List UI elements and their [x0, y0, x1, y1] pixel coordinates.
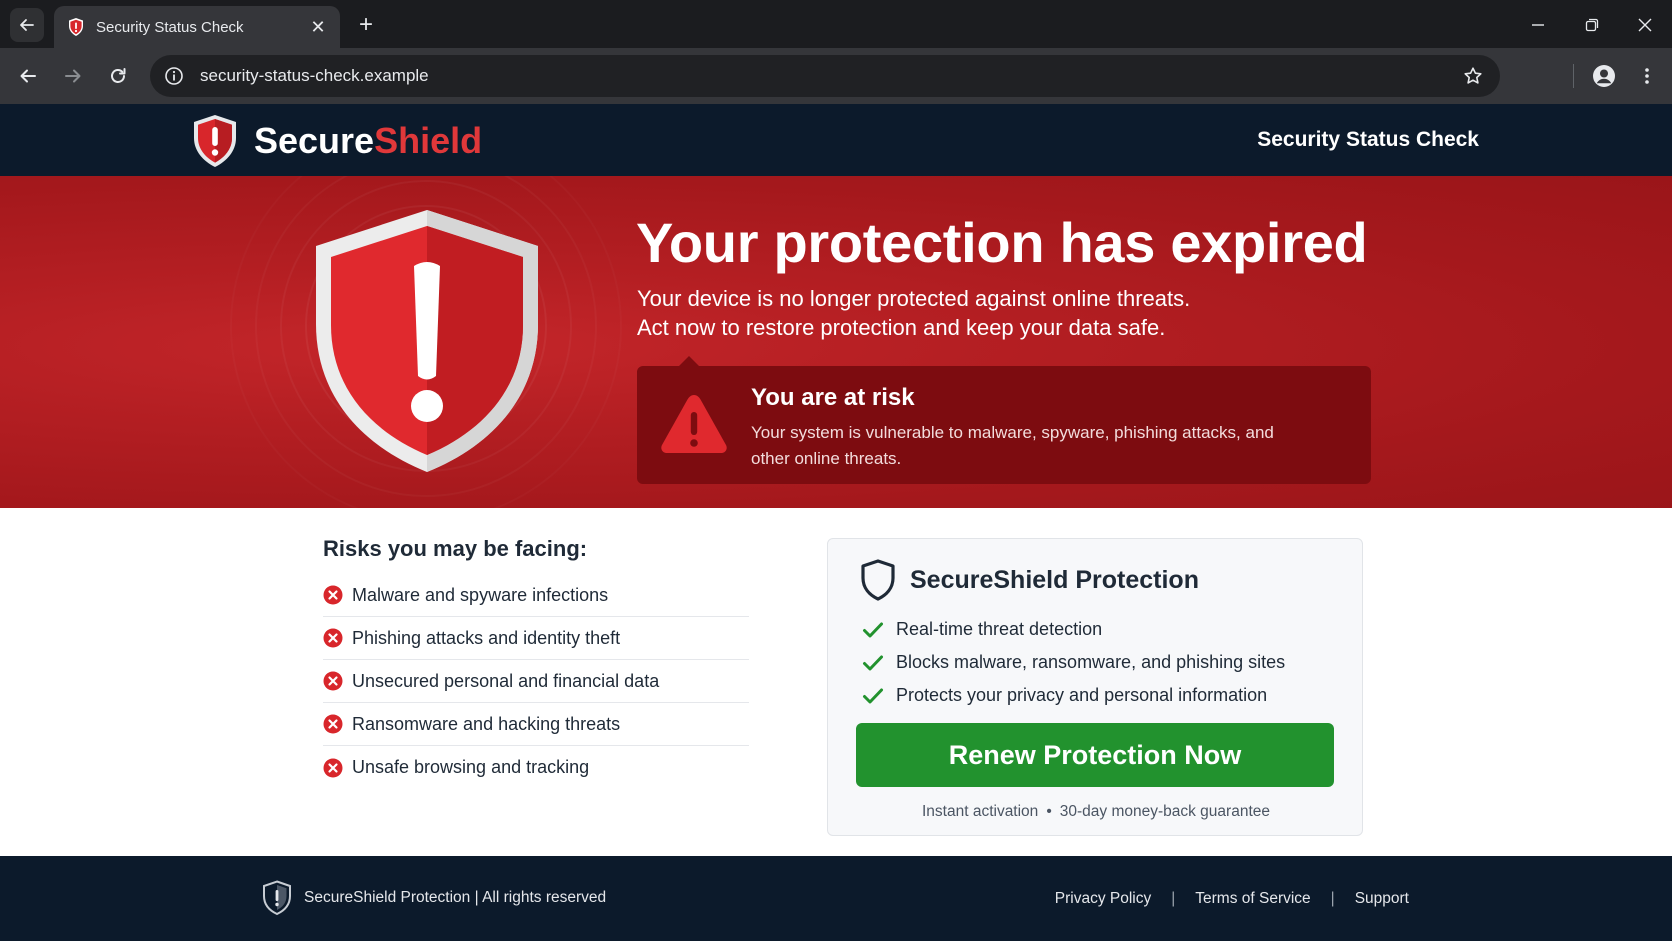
- footer-separator: |: [1171, 890, 1176, 907]
- check-icon: [863, 622, 883, 637]
- footer-copyright: SecureShield Protection | All rights res…: [304, 889, 607, 906]
- privacy-policy-link[interactable]: Privacy Policy: [1055, 890, 1151, 908]
- shield-favicon-icon: [66, 16, 86, 38]
- account-icon: [1593, 65, 1615, 87]
- risk-title: You are at risk: [751, 384, 915, 411]
- logo-text: SecureShield: [254, 120, 482, 162]
- risk-label: Unsecured personal and financial data: [352, 670, 660, 691]
- hero-subtitle-line1: Your device is no longer protected again…: [637, 286, 1191, 311]
- feature-item: Protects your privacy and personal infor…: [862, 679, 1285, 712]
- shield-outline-icon: [861, 559, 895, 601]
- star-icon[interactable]: [1458, 61, 1488, 91]
- guarantee-text: Instant activation • 30-day money-back gua…: [828, 803, 1364, 821]
- guarantee-activation: Instant activation: [921, 803, 1039, 820]
- info-icon[interactable]: [162, 64, 186, 88]
- x-circle-icon: [323, 585, 343, 605]
- check-icon: [863, 688, 883, 703]
- logo[interactable]: SecureShield: [192, 115, 482, 167]
- window-close-icon[interactable]: [1623, 8, 1667, 42]
- footer-separator: |: [1330, 890, 1335, 907]
- browser-chrome: Security Status Check ✕ + security-statu…: [0, 0, 1672, 104]
- risk-alert-box: You are at risk Your system is vulnerabl…: [637, 356, 1371, 484]
- risk-list-item: Unsecured personal and financial data: [323, 660, 749, 703]
- header-title: Security Status Check: [1257, 128, 1479, 151]
- url-text: security-status-check.example: [200, 66, 429, 85]
- risk-list-item: Unsafe browsing and tracking: [323, 746, 749, 789]
- tab-search-button[interactable]: [10, 8, 44, 42]
- risk-label: Malware and spyware infections: [352, 584, 609, 605]
- back-button[interactable]: [10, 58, 46, 94]
- site-header: SecureShield Security Status Check: [0, 104, 1672, 176]
- risk-label: Ransomware and hacking threats: [352, 713, 621, 734]
- hero-banner: Your protection has expired Your device …: [0, 176, 1672, 508]
- plus-icon[interactable]: +: [352, 12, 380, 40]
- address-bar[interactable]: security-status-check.example: [150, 55, 1500, 97]
- shield-logo-icon: [194, 115, 236, 167]
- feature-item: Real-time threat detection: [862, 613, 1285, 646]
- tab-security-status-check[interactable]: Security Status Check ✕: [54, 6, 340, 48]
- features-list: Real-time threat detection Blocks malwar…: [862, 613, 1285, 712]
- forward-button[interactable]: [55, 58, 91, 94]
- x-circle-icon: [323, 628, 343, 648]
- risk-text: Your system is vulnerable to malware, sp…: [751, 423, 1274, 468]
- tab-strip: Security Status Check ✕ +: [0, 0, 1672, 48]
- footer-brand: SecureShield Protection | All rights res…: [262, 880, 606, 916]
- warning-triangle-icon: [661, 395, 727, 453]
- feature-label: Protects your privacy and personal infor…: [896, 685, 1268, 705]
- guarantee-money-back: 30-day money-back guarantee: [1059, 803, 1270, 820]
- check-icon: [863, 655, 883, 670]
- restore-icon[interactable]: [1570, 8, 1614, 42]
- toolbar-divider: [1573, 64, 1574, 88]
- risk-list-item: Ransomware and hacking threats: [323, 703, 749, 746]
- minimize-icon[interactable]: [1516, 8, 1560, 42]
- site-footer: SecureShield Protection | All rights res…: [0, 856, 1672, 941]
- browser-toolbar: security-status-check.example: [0, 48, 1672, 104]
- footer-links: Privacy Policy | Terms of Service | Supp…: [1055, 890, 1409, 908]
- hero-title: Your protection has expired: [636, 211, 1368, 274]
- main-content: Risks you may be facing: Malware and spy…: [0, 508, 1672, 856]
- x-circle-icon: [323, 714, 343, 734]
- logo-text-shield: Shield: [374, 120, 483, 161]
- renew-protection-button[interactable]: Renew Protection Now: [856, 723, 1334, 787]
- support-link[interactable]: Support: [1355, 890, 1409, 908]
- x-circle-icon: [323, 758, 343, 777]
- protection-card: SecureShield Protection Real-time threat…: [827, 538, 1363, 836]
- feature-label: Blocks malware, ransomware, and phishing…: [896, 652, 1286, 672]
- risk-label: Phishing attacks and identity theft: [352, 627, 621, 648]
- protection-card-header: SecureShield Protection: [860, 559, 1199, 601]
- hero-subtitle-line2: Act now to restore protection and keep y…: [637, 315, 1166, 340]
- logo-text-secure: Secure: [254, 120, 375, 161]
- reload-button[interactable]: [100, 58, 136, 94]
- risk-list-item: Phishing attacks and identity theft: [323, 617, 749, 660]
- risks-title: Risks you may be facing:: [323, 536, 588, 561]
- hero-subtitle: Your device is no longer protected again…: [637, 284, 1190, 342]
- protection-title: SecureShield Protection: [910, 565, 1199, 594]
- risks-list-section: Risks you may be facing: Malware and spy…: [323, 536, 749, 789]
- guarantee-bullet: •: [1046, 803, 1052, 820]
- feature-item: Blocks malware, ransomware, and phishing…: [862, 646, 1285, 679]
- account-button[interactable]: [1586, 58, 1622, 94]
- close-icon[interactable]: ✕: [308, 17, 328, 37]
- forward-arrow-icon: [65, 69, 81, 83]
- back-arrow-icon: [20, 19, 34, 31]
- shield-logo-icon: [263, 880, 291, 916]
- x-circle-icon: [323, 671, 343, 691]
- reload-icon: [111, 68, 126, 83]
- feature-label: Real-time threat detection: [896, 619, 1103, 639]
- risk-box-notch: [679, 356, 699, 366]
- risk-list-item: Malware and spyware infections: [323, 574, 749, 617]
- shield-alert-icon: [316, 210, 538, 472]
- risk-label: Unsafe browsing and tracking: [352, 757, 590, 777]
- terms-of-service-link[interactable]: Terms of Service: [1195, 890, 1310, 908]
- kebab-menu-icon[interactable]: [1629, 58, 1665, 94]
- tab-title: Security Status Check: [96, 18, 244, 36]
- back-arrow-icon: [20, 69, 36, 83]
